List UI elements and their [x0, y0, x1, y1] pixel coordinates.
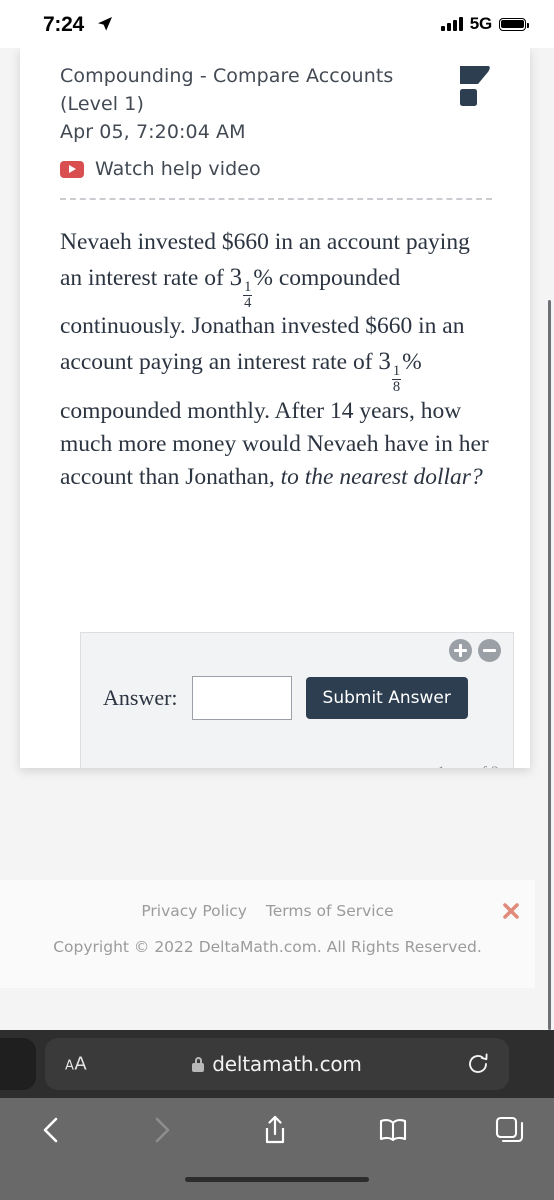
- safari-url-bar: AAAA deltamath.com: [0, 1030, 554, 1098]
- problem-header: Compounding - Compare Accounts (Level 1)…: [20, 48, 530, 180]
- attempt-counter: attempt 1 out of 2: [385, 764, 499, 768]
- problem-title: Compounding - Compare Accounts: [60, 65, 394, 87]
- lock-icon: [192, 1056, 205, 1072]
- book-icon[interactable]: [377, 1114, 409, 1146]
- rate2-whole: 3: [378, 347, 391, 375]
- terms-of-service-link[interactable]: Terms of Service: [266, 902, 394, 920]
- network-label: 5G: [469, 14, 492, 33]
- status-indicators: 5G: [441, 14, 529, 34]
- rate1-denominator: 4: [244, 294, 252, 311]
- deltamath-logo-icon: [460, 66, 490, 106]
- section-divider: [60, 198, 492, 201]
- location-arrow-icon: [98, 17, 112, 31]
- status-time: 7:24: [43, 13, 84, 36]
- problem-level: (Level 1): [60, 93, 145, 116]
- forward-chevron-icon: [155, 1117, 170, 1143]
- question-text: Nevaeh invested $660 in an account payin…: [60, 226, 490, 494]
- rate1-numerator: 1: [243, 278, 253, 296]
- reload-icon[interactable]: [467, 1053, 489, 1075]
- url-text: deltamath.com: [212, 1052, 362, 1076]
- close-x-icon[interactable]: [501, 901, 521, 921]
- url-field[interactable]: AAAA deltamath.com: [45, 1038, 509, 1090]
- status-bar: 7:24 5G: [0, 0, 554, 48]
- share-icon[interactable]: [259, 1114, 291, 1146]
- rate1-fraction: 14: [243, 278, 253, 311]
- watch-help-video-link[interactable]: Watch help video: [60, 158, 504, 180]
- url-center: deltamath.com: [45, 1038, 509, 1090]
- answer-panel: Answer: Submit Answer attempt 1 out of 2: [80, 632, 514, 768]
- battery-full-icon: [499, 17, 529, 31]
- home-indicator: [185, 1176, 369, 1182]
- safari-bottom-toolbar: [0, 1098, 554, 1200]
- submit-answer-button[interactable]: Submit Answer: [305, 677, 468, 719]
- back-chevron-icon[interactable]: [36, 1114, 68, 1146]
- rate2-denominator: 8: [392, 378, 401, 395]
- watch-help-video-label: Watch help video: [95, 158, 261, 181]
- problem-card: Compounding - Compare Accounts (Level 1)…: [20, 48, 530, 768]
- answer-row: Answer: Submit Answer: [103, 676, 468, 720]
- tabs-icon[interactable]: [493, 1114, 525, 1146]
- problem-timestamp: Apr 05, 7:20:04 AM: [60, 121, 246, 144]
- rate1-whole: 3: [229, 263, 243, 291]
- site-footer: Privacy Policy Terms of Service Copyrigh…: [0, 880, 535, 988]
- question-emphasis: to the nearest dollar?: [280, 464, 483, 491]
- cellular-signal-icon: [441, 16, 463, 31]
- answer-input[interactable]: [191, 676, 292, 720]
- adjacent-tab-peek[interactable]: [0, 1038, 36, 1090]
- rate2-fraction: 18: [391, 362, 402, 395]
- footer-links: Privacy Policy Terms of Service: [0, 902, 535, 920]
- footer-copyright: Copyright © 2022 DeltaMath.com. All Righ…: [53, 938, 482, 956]
- page-scrollbar[interactable]: [547, 300, 551, 1030]
- privacy-policy-link[interactable]: Privacy Policy: [141, 902, 247, 920]
- rate2-numerator: 1: [391, 362, 402, 380]
- youtube-play-icon: [60, 160, 84, 178]
- zoom-out-icon[interactable]: [478, 639, 501, 662]
- zoom-in-icon[interactable]: [449, 639, 472, 662]
- zoom-controls: [449, 639, 501, 662]
- answer-label: Answer:: [103, 685, 178, 710]
